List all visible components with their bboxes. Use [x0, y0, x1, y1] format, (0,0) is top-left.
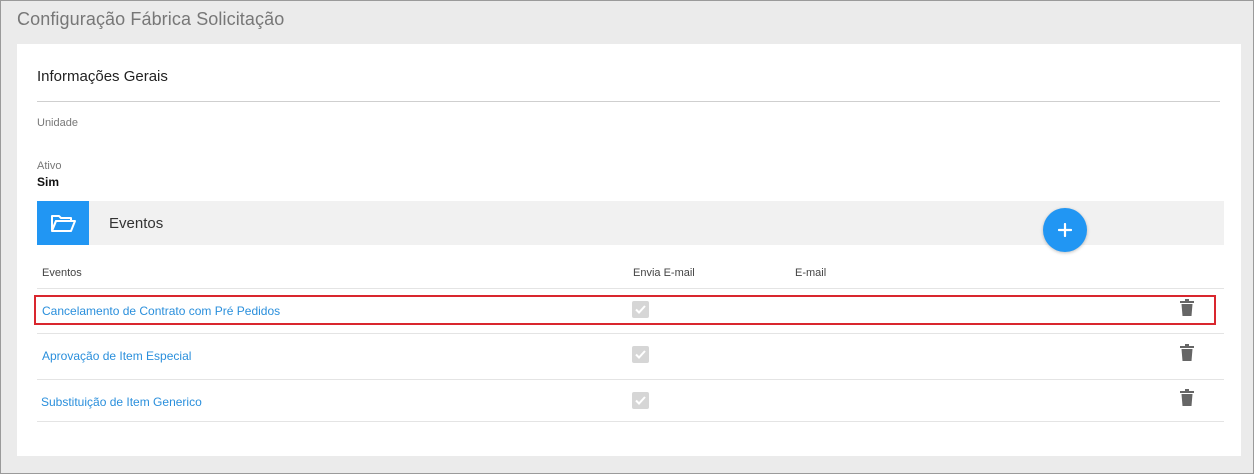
row-divider: [37, 421, 1224, 422]
row-divider: [37, 288, 1224, 289]
event-link[interactable]: Aprovação de Item Especial: [42, 349, 191, 363]
row-divider: [37, 379, 1224, 380]
add-event-button[interactable]: [1043, 208, 1087, 252]
folder-icon-box: [37, 201, 89, 245]
trash-icon[interactable]: [1180, 344, 1194, 361]
highlight-box: [34, 295, 1216, 325]
config-card: Informações Gerais Unidade Ativo Sim Eve…: [17, 44, 1241, 456]
section-title-general: Informações Gerais: [37, 68, 168, 85]
events-title: Eventos: [109, 215, 164, 232]
envia-email-checkbox[interactable]: [632, 392, 649, 409]
row-divider: [37, 333, 1224, 334]
checkmark-icon: [635, 350, 646, 359]
ativo-label: Ativo: [37, 160, 62, 172]
unidade-label: Unidade: [37, 117, 78, 129]
page-title: Configuração Fábrica Solicitação: [17, 9, 285, 29]
trash-icon[interactable]: [1180, 389, 1194, 406]
column-header-email: E-mail: [795, 267, 827, 279]
ativo-value: Sim: [37, 175, 60, 189]
envia-email-checkbox[interactable]: [632, 346, 649, 363]
folder-open-icon: [51, 215, 76, 232]
plus-icon: [1058, 223, 1072, 237]
column-header-envia-email: Envia E-mail: [633, 267, 695, 279]
checkmark-icon: [635, 396, 646, 405]
section-divider: [37, 101, 1220, 102]
app-frame: Configuração Fábrica Solicitação Informa…: [0, 0, 1254, 474]
event-link[interactable]: Substituição de Item Generico: [41, 395, 202, 409]
column-header-eventos: Eventos: [42, 267, 82, 279]
